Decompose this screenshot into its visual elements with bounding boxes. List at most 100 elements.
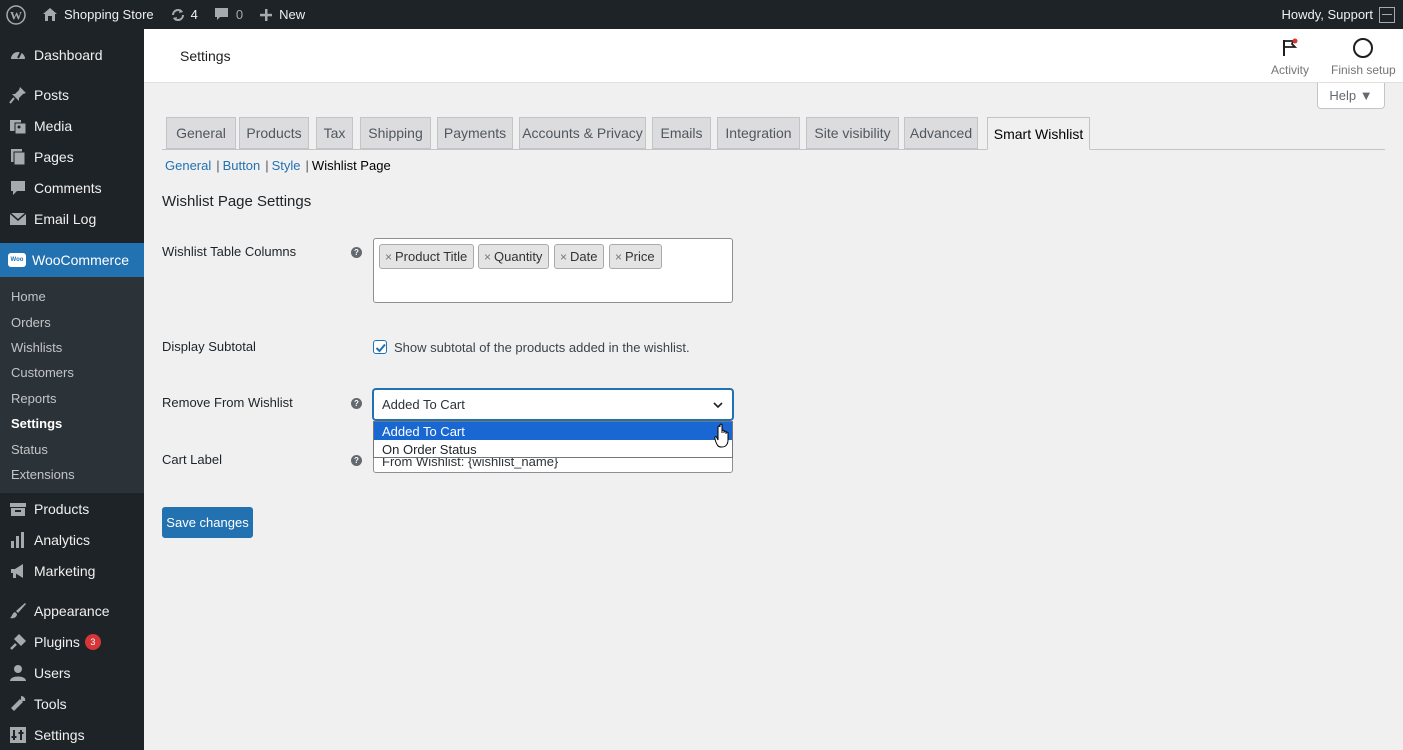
user-icon: [8, 663, 28, 683]
tab-emails[interactable]: Emails: [652, 117, 711, 149]
menu-marketing[interactable]: Marketing: [0, 555, 144, 586]
submenu-status[interactable]: Status: [0, 436, 144, 461]
column-chip: × Product Title: [379, 244, 475, 269]
new-content-link[interactable]: New: [251, 0, 313, 29]
subnav-general[interactable]: General: [165, 158, 211, 173]
comments-link[interactable]: 0: [206, 0, 251, 29]
admin-bar: W Shopping Store 4 0 New Howdy, Support: [0, 0, 1403, 29]
pin-icon: [8, 85, 28, 105]
remove-chip-icon[interactable]: ×: [484, 250, 491, 264]
admin-sidebar: Dashboard Posts Media Pages Comments Ema…: [0, 29, 144, 750]
menu-analytics[interactable]: Analytics: [0, 524, 144, 555]
column-chip: × Price: [609, 244, 662, 269]
finish-setup-button[interactable]: Finish setup: [1331, 37, 1396, 77]
remove-select-value: Added To Cart: [382, 397, 465, 412]
site-name: Shopping Store: [64, 7, 154, 22]
tab-products[interactable]: Products: [239, 117, 309, 149]
remove-chip-icon[interactable]: ×: [385, 250, 392, 264]
menu-email-log[interactable]: Email Log: [0, 203, 144, 234]
progress-circle-icon: [1352, 37, 1374, 59]
subnav-wishlist-page: Wishlist Page: [311, 158, 391, 173]
home-icon: [42, 7, 58, 22]
site-name-link[interactable]: Shopping Store: [34, 0, 162, 29]
archive-icon: [8, 499, 28, 519]
option-on-order-status[interactable]: On Order Status: [374, 440, 732, 458]
submenu-wishlists[interactable]: Wishlists: [0, 335, 144, 360]
wordpress-logo-icon[interactable]: W: [0, 0, 34, 29]
menu-settings[interactable]: Settings: [0, 719, 144, 750]
settings-tabs: General Products Tax Shipping Payments A…: [162, 117, 1385, 150]
column-chip: × Quantity: [478, 244, 550, 269]
tab-site-visibility[interactable]: Site visibility: [806, 117, 899, 149]
tab-integration[interactable]: Integration: [717, 117, 800, 149]
tab-advanced[interactable]: Advanced: [904, 117, 978, 149]
menu-appearance[interactable]: Appearance: [0, 595, 144, 626]
subtotal-checkbox[interactable]: [373, 340, 387, 354]
help-tip-icon[interactable]: ?: [351, 455, 362, 466]
section-subnav: General | Button | Style | Wishlist Page: [165, 158, 391, 173]
tab-accounts-privacy[interactable]: Accounts & Privacy: [519, 117, 646, 149]
wrench-icon: [8, 694, 28, 714]
avatar[interactable]: [1379, 6, 1395, 23]
remove-chip-icon[interactable]: ×: [615, 250, 622, 264]
subnav-style[interactable]: Style: [272, 158, 301, 173]
hand-cursor-icon: [714, 423, 729, 448]
menu-media[interactable]: Media: [0, 110, 144, 141]
activity-label: Activity: [1271, 63, 1310, 77]
columns-multiselect[interactable]: × Product Title × Quantity × Date × Pric…: [373, 238, 733, 303]
menu-dashboard[interactable]: Dashboard: [0, 39, 144, 70]
subnav-button[interactable]: Button: [223, 158, 261, 173]
settings-icon: [8, 725, 28, 745]
plug-icon: [8, 632, 28, 652]
checkmark-icon: [375, 343, 386, 353]
chevron-down-icon: [713, 402, 723, 409]
comment-bubble-icon: [214, 7, 229, 22]
subtotal-label: Display Subtotal: [162, 339, 256, 354]
help-tip-icon[interactable]: ?: [351, 398, 362, 409]
menu-tools[interactable]: Tools: [0, 688, 144, 719]
cart-label-label: Cart Label: [162, 452, 222, 467]
tab-tax[interactable]: Tax: [316, 117, 353, 149]
columns-label: Wishlist Table Columns: [162, 244, 297, 259]
tab-shipping[interactable]: Shipping: [360, 117, 431, 149]
remove-from-wishlist-select[interactable]: Added To Cart: [373, 389, 733, 420]
chart-icon: [8, 530, 28, 550]
menu-pages[interactable]: Pages: [0, 141, 144, 172]
subtotal-description: Show subtotal of the products added in t…: [394, 340, 690, 355]
submenu-customers[interactable]: Customers: [0, 360, 144, 385]
menu-products[interactable]: Products: [0, 493, 144, 524]
help-button[interactable]: Help ▼: [1317, 83, 1385, 109]
menu-plugins[interactable]: Plugins 3: [0, 626, 144, 657]
howdy-text[interactable]: Howdy, Support: [1281, 7, 1373, 22]
submenu-reports[interactable]: Reports: [0, 386, 144, 411]
woocommerce-icon: Woo: [8, 253, 26, 267]
remove-label: Remove From Wishlist: [162, 395, 293, 410]
help-tip-icon[interactable]: ?: [351, 247, 362, 258]
new-label: New: [279, 7, 306, 22]
menu-woocommerce[interactable]: Woo WooCommerce: [0, 243, 144, 277]
submenu-home[interactable]: Home: [0, 284, 144, 309]
tab-smart-wishlist[interactable]: Smart Wishlist: [987, 117, 1090, 150]
comments-count: 0: [235, 7, 244, 22]
submenu-orders[interactable]: Orders: [0, 309, 144, 334]
updates-link[interactable]: 4: [162, 0, 206, 29]
updates-count: 4: [190, 7, 198, 22]
comment-icon: [8, 178, 28, 198]
menu-posts[interactable]: Posts: [0, 79, 144, 110]
submenu-extensions[interactable]: Extensions: [0, 462, 144, 487]
menu-users[interactable]: Users: [0, 657, 144, 688]
save-changes-button[interactable]: Save changes: [162, 507, 253, 538]
activity-button[interactable]: Activity: [1271, 37, 1309, 77]
menu-comments[interactable]: Comments: [0, 172, 144, 203]
pages-icon: [8, 147, 28, 167]
remove-chip-icon[interactable]: ×: [560, 250, 567, 264]
plugins-update-badge: 3: [84, 633, 101, 650]
dashboard-icon: [8, 45, 28, 65]
flag-icon: [1281, 37, 1299, 59]
plus-icon: [259, 8, 273, 22]
option-added-to-cart[interactable]: Added To Cart: [374, 422, 732, 440]
email-icon: [8, 209, 28, 229]
tab-payments[interactable]: Payments: [437, 117, 513, 149]
tab-general[interactable]: General: [166, 117, 236, 149]
submenu-settings[interactable]: Settings: [0, 411, 144, 436]
